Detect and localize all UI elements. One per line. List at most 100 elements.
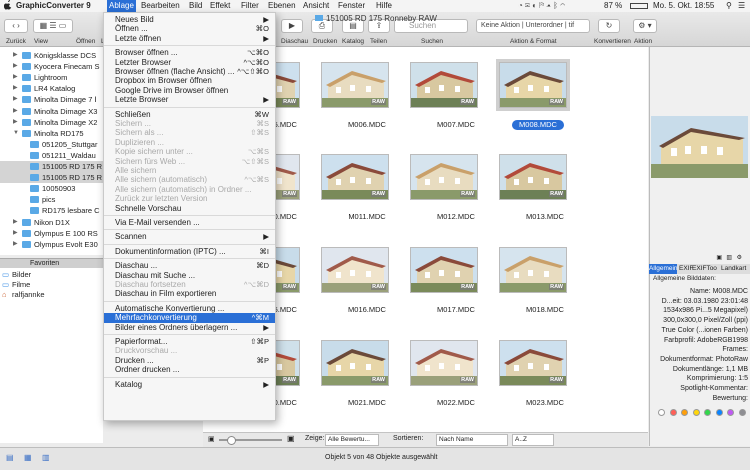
folder-tree-item[interactable]: ▶ Olympus Evolt E30 bbox=[0, 239, 103, 250]
folder-tree-item[interactable]: ▼ Minolta RD175 bbox=[0, 128, 103, 139]
disclosure-triangle-icon[interactable]: ▶ bbox=[13, 50, 18, 61]
convert-button[interactable]: ↻ bbox=[598, 19, 620, 33]
view-mode-buttons[interactable]: ▦ ☰ ▭ bbox=[33, 19, 73, 33]
action-button[interactable]: ⚙ ▾ bbox=[633, 19, 657, 33]
folder-tree-item[interactable]: 051211_Waldau bbox=[0, 150, 103, 161]
favorite-item[interactable]: ▭ Bilder bbox=[0, 270, 103, 280]
folder-tree-item[interactable]: ▶ LR4 Katalog bbox=[0, 83, 103, 94]
menu-item[interactable]: Via E-Mail versenden ... bbox=[104, 218, 275, 228]
image-thumbnail[interactable]: RAW bbox=[410, 247, 478, 293]
folder-tree-item[interactable]: pics bbox=[0, 194, 103, 205]
thumbnail-caption[interactable]: M006.MDC bbox=[327, 120, 407, 130]
show-filter-select[interactable]: Alle Bewertu... bbox=[325, 434, 379, 446]
menu-item[interactable]: Diaschau in Film exportieren bbox=[104, 289, 275, 299]
thumbnail-caption[interactable]: M007.MDC bbox=[416, 120, 496, 130]
menu-bild[interactable]: Bild bbox=[189, 0, 202, 12]
image-thumbnail[interactable]: RAW bbox=[321, 247, 389, 293]
menu-item[interactable]: Letzte Browser ▶ bbox=[104, 95, 275, 105]
disclosure-triangle-icon[interactable]: ▶ bbox=[13, 61, 18, 72]
menu-ansicht[interactable]: Ansicht bbox=[303, 0, 329, 12]
color-label-dot[interactable] bbox=[669, 409, 677, 416]
folder-tree-item[interactable]: 10050903 bbox=[0, 183, 103, 194]
slideshow-button[interactable]: ▶ bbox=[281, 19, 303, 33]
tab-exiftool[interactable]: EXIFToo bbox=[692, 264, 717, 274]
disclosure-triangle-icon[interactable]: ▶ bbox=[13, 217, 18, 228]
disclosure-triangle-icon[interactable]: ▶ bbox=[13, 106, 18, 117]
image-thumbnail[interactable]: RAW bbox=[321, 154, 389, 200]
apple-menu-icon[interactable] bbox=[3, 0, 12, 12]
menu-effekt[interactable]: Effekt bbox=[210, 0, 230, 12]
folder-tree-item[interactable]: 051205_Stuttgar bbox=[0, 139, 103, 150]
back-forward-buttons[interactable]: ‹ › bbox=[4, 19, 28, 33]
favorite-item[interactable]: ⌂ ralfjannke bbox=[0, 290, 103, 300]
tab-landkarte[interactable]: Landkart bbox=[721, 264, 746, 274]
color-label-dot[interactable] bbox=[727, 409, 734, 416]
thumbnail-caption[interactable]: M011.MDC bbox=[327, 212, 407, 222]
image-thumbnail[interactable]: RAW bbox=[499, 247, 567, 293]
menu-hilfe[interactable]: Hilfe bbox=[376, 0, 392, 12]
image-thumbnail[interactable]: RAW bbox=[321, 62, 389, 108]
menu-item[interactable]: Bilder eines Ordners überlagern ... ▶ bbox=[104, 323, 275, 333]
color-label-dot[interactable] bbox=[658, 409, 665, 416]
menu-item[interactable]: Scannen ▶ bbox=[104, 232, 275, 242]
thumbnail-caption[interactable]: M016.MDC bbox=[327, 305, 407, 315]
image-thumbnail[interactable]: RAW bbox=[410, 62, 478, 108]
color-label-dot[interactable] bbox=[738, 409, 746, 416]
slider-knob[interactable] bbox=[227, 436, 236, 445]
image-thumbnail[interactable]: RAW bbox=[499, 154, 567, 200]
image-thumbnail[interactable]: RAW bbox=[410, 154, 478, 200]
sort-direction-select[interactable]: A..Z bbox=[512, 434, 554, 446]
app-menu[interactable]: GraphicConverter 9 bbox=[16, 0, 91, 12]
thumbnail-caption[interactable]: M008.MDC bbox=[512, 120, 564, 130]
thumbnail-caption[interactable]: M013.MDC bbox=[505, 212, 585, 222]
image-thumbnail[interactable]: RAW bbox=[321, 340, 389, 386]
folder-tree-item[interactable]: ▶ Olympus E 100 RS bbox=[0, 228, 103, 239]
settings-icon[interactable]: ⚙ bbox=[737, 254, 742, 261]
gps-icon[interactable]: ▣ bbox=[716, 254, 722, 261]
menu-ablage[interactable]: Ablage bbox=[107, 0, 136, 12]
folder-tree-item[interactable]: ▶ Minolta Dimage 7 Ⅰ bbox=[0, 94, 103, 105]
folder-tree-item[interactable]: 151005 RD 175 R bbox=[0, 172, 103, 184]
thumbnail-caption[interactable]: M018.MDC bbox=[505, 305, 585, 315]
folder-tree-item[interactable]: ▶ Nikon D1X bbox=[0, 217, 103, 228]
action-format-select[interactable]: Keine Aktion | Unterordner | tif bbox=[476, 19, 590, 33]
panel-toggle-icon[interactable]: ▥ bbox=[42, 453, 50, 462]
menu-item[interactable]: Letzte öffnen ▶ bbox=[104, 34, 275, 44]
menu-fenster[interactable]: Fenster bbox=[338, 0, 365, 12]
thumbnail-caption[interactable]: M022.MDC bbox=[416, 398, 496, 408]
grid-toggle-icon[interactable]: ▦ bbox=[24, 453, 32, 462]
folder-tree-item[interactable]: ▶ Lightroom bbox=[0, 72, 103, 83]
clock[interactable]: Mo. 5. Okt. 18:55 bbox=[653, 0, 714, 12]
image-thumbnail[interactable]: RAW bbox=[499, 340, 567, 386]
disclosure-triangle-icon[interactable]: ▼ bbox=[13, 128, 19, 139]
battery-icon[interactable] bbox=[630, 3, 648, 9]
menu-ebenen[interactable]: Ebenen bbox=[268, 0, 296, 12]
disclosure-triangle-icon[interactable]: ▶ bbox=[13, 239, 18, 250]
panel-icon-strip[interactable]: ▣ ▥ ⚙ bbox=[651, 254, 748, 262]
thumbnail-caption[interactable]: M023.MDC bbox=[505, 398, 585, 408]
thumbnail-caption[interactable]: M012.MDC bbox=[416, 212, 496, 222]
folder-tree-item[interactable]: ▶ Minolta Dimage X3 bbox=[0, 106, 103, 117]
disclosure-triangle-icon[interactable]: ▶ bbox=[13, 83, 18, 94]
disclosure-triangle-icon[interactable]: ▶ bbox=[13, 94, 18, 105]
folder-tree-item[interactable]: ▶ Königsklasse DCS bbox=[0, 50, 103, 61]
menu-filter[interactable]: Filter bbox=[241, 0, 259, 12]
disclosure-triangle-icon[interactable]: ▶ bbox=[13, 117, 18, 128]
favorite-item[interactable]: ▭ Filme bbox=[0, 280, 103, 290]
menubar-status-icons[interactable]: ◔ ✉ ◐ ⚐ ☁ ᛒ ◠ bbox=[518, 0, 565, 12]
thumbnail-caption[interactable]: M017.MDC bbox=[416, 305, 496, 315]
menu-item[interactable]: Schnelle Vorschau bbox=[104, 204, 275, 214]
menu-bearbeiten[interactable]: Bearbeiten bbox=[141, 0, 180, 12]
notification-center-icon[interactable]: ☰ bbox=[738, 0, 745, 12]
image-thumbnail[interactable]: RAW bbox=[410, 340, 478, 386]
folder-tree-item[interactable]: ▶ Minolta Dimage X2 bbox=[0, 117, 103, 128]
layout-icon[interactable]: ▥ bbox=[726, 254, 732, 261]
menu-item[interactable]: Ordner drucken ... bbox=[104, 365, 275, 375]
image-thumbnail[interactable]: RAW bbox=[496, 59, 570, 111]
folder-tree-item[interactable]: ▶ Kyocera Finecam S bbox=[0, 61, 103, 72]
disclosure-triangle-icon[interactable]: ▶ bbox=[13, 228, 18, 239]
search-icon[interactable]: ⚲ bbox=[726, 0, 732, 12]
color-label-dot[interactable] bbox=[704, 409, 711, 416]
folder-tree-item[interactable]: 151005 RD 175 R bbox=[0, 161, 103, 172]
sort-select[interactable]: Nach Name bbox=[436, 434, 508, 446]
